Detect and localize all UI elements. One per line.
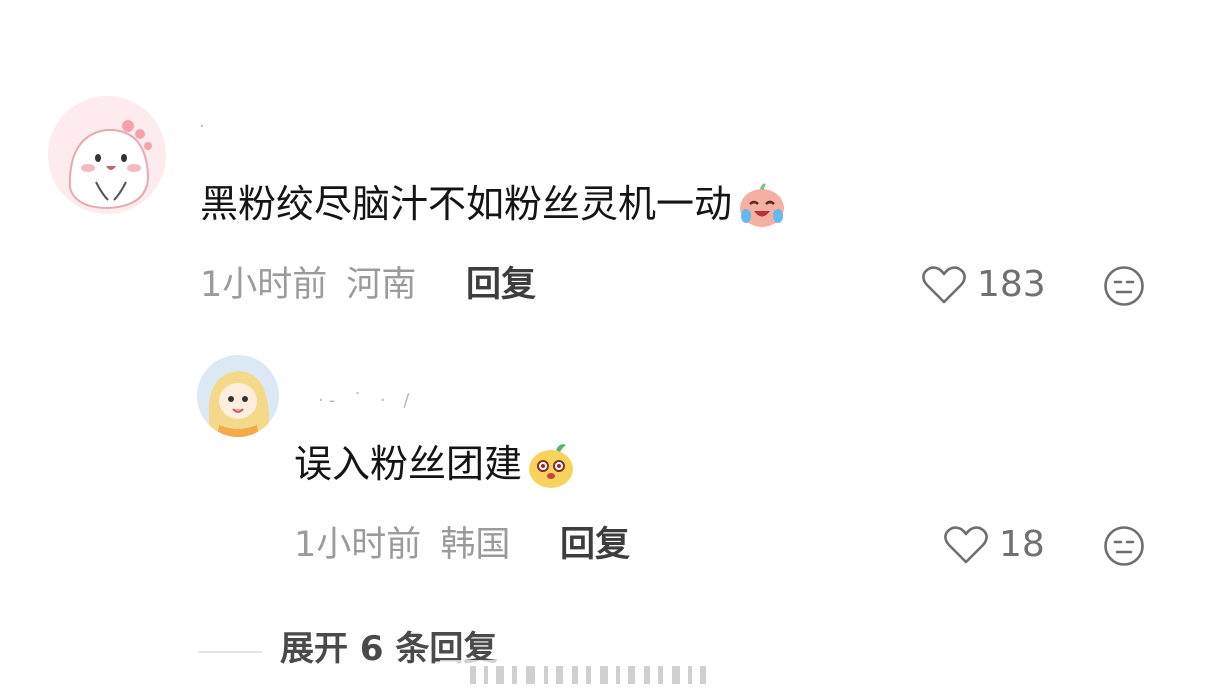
like-count: 18	[999, 524, 1045, 565]
comment-location: 韩国	[440, 525, 511, 565]
comment-text: 黑粉绞尽脑汁不如粉丝灵机一动	[200, 182, 733, 226]
anime-girl-avatar-icon	[197, 355, 279, 437]
like-button[interactable]: 183	[921, 265, 1046, 305]
heart-icon	[922, 266, 966, 304]
avatar[interactable]	[48, 96, 166, 214]
comment-time: 1小时前	[294, 525, 422, 565]
emoji-reaction-button[interactable]	[1103, 265, 1145, 311]
reply-button[interactable]: 回复	[560, 528, 630, 563]
heart-icon	[944, 526, 988, 564]
neutral-face-icon	[1104, 266, 1144, 306]
comment-meta: 1小时前 河南	[200, 268, 416, 303]
divider	[198, 651, 262, 653]
avatar[interactable]	[197, 355, 279, 437]
watermark-overlay	[440, 660, 740, 690]
surprised-sprout-emoji-icon	[529, 444, 574, 488]
username[interactable]: · ̵ ˙ · /	[318, 390, 415, 411]
comment-body: 误入粉丝团建	[294, 438, 576, 490]
emoji-reaction-button[interactable]	[1103, 525, 1145, 571]
comment-text: 误入粉丝团建	[294, 442, 523, 486]
pink-blob-avatar-icon	[48, 96, 166, 214]
like-count: 183	[977, 264, 1046, 305]
comment-meta: 1小时前 韩国	[294, 528, 510, 563]
crying-laughing-emoji-icon	[740, 183, 785, 227]
reply-button[interactable]: 回复	[466, 268, 536, 303]
comment-time: 1小时前	[200, 265, 328, 305]
username[interactable]: ·	[199, 116, 211, 137]
comment-location: 河南	[346, 265, 417, 305]
like-button[interactable]: 18	[943, 525, 1045, 565]
comment-body: 黑粉绞尽脑汁不如粉丝灵机一动	[200, 178, 788, 230]
neutral-face-icon	[1104, 526, 1144, 566]
